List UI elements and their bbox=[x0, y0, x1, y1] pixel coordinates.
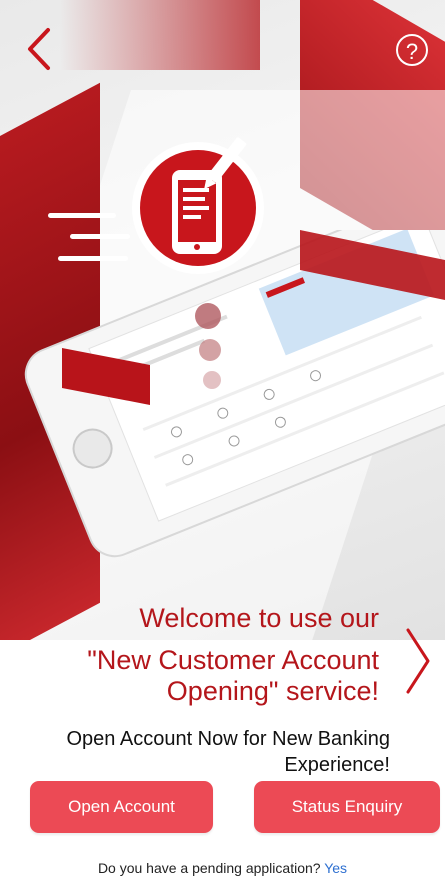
phone-mockup-image bbox=[24, 230, 445, 558]
question-circle-icon: ? bbox=[405, 39, 419, 64]
pending-application-prompt: Do you have a pending application? Yes bbox=[0, 860, 445, 876]
open-account-button[interactable]: Open Account bbox=[30, 781, 213, 833]
service-name-line: "New Customer Account bbox=[87, 645, 379, 675]
speed-line bbox=[48, 213, 116, 218]
status-enquiry-button[interactable]: Status Enquiry bbox=[254, 781, 440, 833]
hero-illustration bbox=[0, 0, 445, 640]
welcome-line: Welcome to use our bbox=[139, 603, 379, 633]
subtitle-line: Experience! bbox=[284, 754, 390, 776]
service-name-line: Opening" service! bbox=[166, 676, 379, 706]
help-button[interactable]: ? bbox=[396, 34, 428, 66]
subtitle-line: Open Account Now for New Banking bbox=[66, 728, 390, 750]
back-button[interactable] bbox=[22, 26, 58, 72]
welcome-heading: Welcome to use our "New Customer Account… bbox=[87, 602, 379, 707]
pending-question: Do you have a pending application? bbox=[97, 860, 321, 876]
next-slide-button[interactable] bbox=[400, 626, 436, 696]
subtitle: Open Account Now for New Banking Experie… bbox=[22, 726, 390, 778]
yes-link[interactable]: Yes bbox=[324, 860, 347, 876]
